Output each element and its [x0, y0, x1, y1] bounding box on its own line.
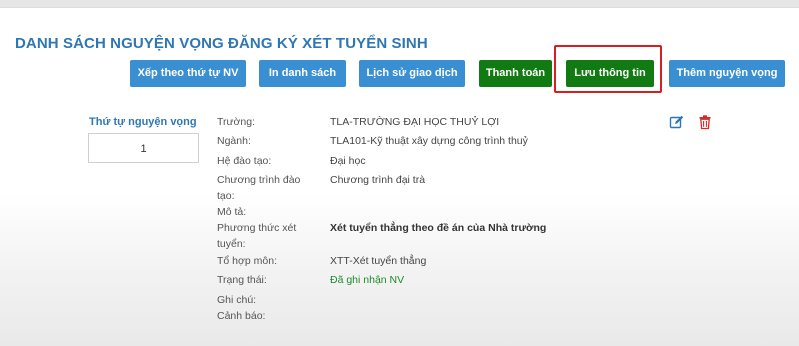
- subject-combo-value: XTT-Xét tuyển thẳng: [330, 255, 427, 267]
- sort-by-order-button[interactable]: Xếp theo thứ tự NV: [130, 60, 246, 87]
- payment-button[interactable]: Thanh toán: [479, 60, 552, 87]
- note-label: Ghi chú:: [217, 294, 257, 306]
- edit-icon[interactable]: [669, 114, 685, 130]
- description-label: Mô tả:: [217, 206, 247, 218]
- level-label: Hệ đào tạo:: [217, 155, 272, 167]
- major-label: Ngành:: [217, 135, 251, 147]
- warning-label: Cảnh báo:: [217, 310, 266, 322]
- subject-combo-label: Tổ hợp môn:: [217, 255, 277, 267]
- wish-order-field[interactable]: 1: [88, 133, 199, 163]
- level-value: Đại học: [330, 155, 366, 167]
- wish-order-label: Thứ tự nguyện vọng: [89, 116, 197, 128]
- add-wish-button[interactable]: Thêm nguyện vọng: [669, 60, 785, 87]
- major-value: TLA101-Kỹ thuật xây dựng công trình thuỷ: [330, 135, 528, 147]
- program-value: Chương trình đại trà: [330, 174, 426, 186]
- school-label: Trường:: [217, 116, 256, 128]
- transaction-history-button[interactable]: Lịch sử giao dịch: [359, 60, 465, 87]
- admission-method-label: Phương thức xét tuyển:: [217, 222, 297, 250]
- program-label: Chương trình đào tạo:: [217, 174, 301, 202]
- status-value: Đã ghi nhận NV: [330, 274, 405, 286]
- admission-method-value: Xét tuyển thẳng theo đề án của Nhà trườn…: [330, 222, 547, 234]
- page-title: DANH SÁCH NGUYỆN VỌNG ĐĂNG KÝ XÉT TUYỂN …: [15, 35, 428, 52]
- status-label: Trạng thái:: [217, 274, 267, 286]
- save-info-button[interactable]: Lưu thông tin: [566, 60, 654, 87]
- trash-icon[interactable]: [697, 114, 713, 130]
- print-list-button[interactable]: In danh sách: [259, 60, 346, 87]
- main-panel: DANH SÁCH NGUYỆN VỌNG ĐĂNG KÝ XÉT TUYỂN …: [0, 7, 799, 346]
- school-value: TLA-TRƯỜNG ĐẠI HỌC THUỶ LỢI: [330, 116, 500, 128]
